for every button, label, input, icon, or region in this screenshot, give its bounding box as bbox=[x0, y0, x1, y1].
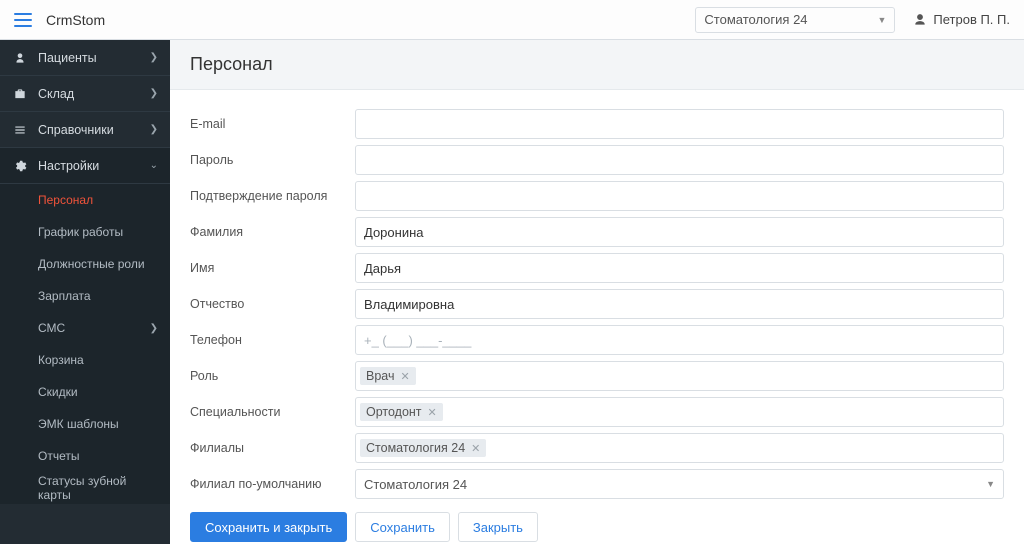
chevron-right-icon: ❯ bbox=[150, 323, 158, 334]
caret-down-icon: ▼ bbox=[986, 479, 995, 489]
caret-down-icon: ▼ bbox=[877, 15, 886, 25]
label-branches: Филиалы bbox=[190, 441, 355, 455]
chevron-right-icon: ❯ bbox=[150, 88, 158, 99]
label-last-name: Фамилия bbox=[190, 225, 355, 239]
chevron-right-icon: ❯ bbox=[150, 124, 158, 135]
label-email: E-mail bbox=[190, 117, 355, 131]
label-first-name: Имя bbox=[190, 261, 355, 275]
save-and-close-button[interactable]: Сохранить и закрыть bbox=[190, 512, 347, 542]
specialties-tagbox[interactable]: Ортодонт✕ bbox=[355, 397, 1004, 427]
user-icon bbox=[913, 13, 927, 27]
brand: CrmStom bbox=[46, 12, 105, 28]
sidebar-sub-roles[interactable]: Должностные роли bbox=[0, 248, 170, 280]
save-button[interactable]: Сохранить bbox=[355, 512, 450, 542]
role-tagbox[interactable]: Врач✕ bbox=[355, 361, 1004, 391]
sidebar-sub-templates[interactable]: ЭМК шаблоны bbox=[0, 408, 170, 440]
role-tag: Врач✕ bbox=[360, 367, 416, 385]
main: Персонал E-mail Пароль Подтверждение пар… bbox=[170, 40, 1024, 544]
sidebar-sub-discounts[interactable]: Скидки bbox=[0, 376, 170, 408]
default-branch-value: Стоматология 24 bbox=[364, 477, 467, 492]
page-title: Персонал bbox=[190, 54, 1004, 75]
users-icon bbox=[12, 51, 28, 65]
close-button[interactable]: Закрыть bbox=[458, 512, 538, 542]
sidebar-sub-salary[interactable]: Зарплата bbox=[0, 280, 170, 312]
first-name-field[interactable] bbox=[355, 253, 1004, 283]
label-password-confirm: Подтверждение пароля bbox=[190, 189, 355, 203]
email-field[interactable] bbox=[355, 109, 1004, 139]
sidebar-sub-sms[interactable]: СМС❯ bbox=[0, 312, 170, 344]
org-selector[interactable]: Стоматология 24 ▼ bbox=[695, 7, 895, 33]
list-icon bbox=[12, 123, 28, 137]
chevron-right-icon: ❯ bbox=[150, 52, 158, 63]
specialty-tag: Ортодонт✕ bbox=[360, 403, 443, 421]
sidebar: Пациенты ❯ Склад ❯ Справочники ❯ Настрой… bbox=[0, 40, 170, 544]
user-name: Петров П. П. bbox=[933, 12, 1010, 27]
remove-tag-icon[interactable]: ✕ bbox=[428, 406, 437, 419]
form-actions: Сохранить и закрыть Сохранить Закрыть bbox=[190, 512, 1004, 542]
label-patronymic: Отчество bbox=[190, 297, 355, 311]
gear-icon bbox=[12, 159, 28, 173]
password-field[interactable] bbox=[355, 145, 1004, 175]
label-default-branch: Филиал по-умолчанию bbox=[190, 477, 355, 491]
last-name-field[interactable] bbox=[355, 217, 1004, 247]
sidebar-item-directories[interactable]: Справочники ❯ bbox=[0, 112, 170, 148]
chevron-down-icon: ⌄ bbox=[150, 160, 158, 171]
sidebar-sub-schedule[interactable]: График работы bbox=[0, 216, 170, 248]
branch-tag: Стоматология 24✕ bbox=[360, 439, 486, 457]
default-branch-select[interactable]: Стоматология 24 ▼ bbox=[355, 469, 1004, 499]
menu-toggle[interactable] bbox=[14, 13, 32, 27]
label-phone: Телефон bbox=[190, 333, 355, 347]
sidebar-item-settings[interactable]: Настройки ⌄ bbox=[0, 148, 170, 184]
sidebar-item-patients[interactable]: Пациенты ❯ bbox=[0, 40, 170, 76]
label-specialties: Специальности bbox=[190, 405, 355, 419]
org-selected-label: Стоматология 24 bbox=[704, 12, 807, 27]
branches-tagbox[interactable]: Стоматология 24✕ bbox=[355, 433, 1004, 463]
remove-tag-icon[interactable]: ✕ bbox=[400, 370, 409, 383]
sidebar-sub-reports[interactable]: Отчеты bbox=[0, 440, 170, 472]
briefcase-icon bbox=[12, 87, 28, 101]
label-password: Пароль bbox=[190, 153, 355, 167]
remove-tag-icon[interactable]: ✕ bbox=[471, 442, 480, 455]
password-confirm-field[interactable] bbox=[355, 181, 1004, 211]
sidebar-item-warehouse[interactable]: Склад ❯ bbox=[0, 76, 170, 112]
sidebar-sub-personnel[interactable]: Персонал bbox=[0, 184, 170, 216]
phone-field[interactable] bbox=[355, 325, 1004, 355]
sidebar-sub-tooth-statuses[interactable]: Статусы зубной карты bbox=[0, 472, 170, 504]
page-header: Персонал bbox=[170, 40, 1024, 90]
form-content: E-mail Пароль Подтверждение пароля Фамил… bbox=[170, 90, 1024, 544]
patronymic-field[interactable] bbox=[355, 289, 1004, 319]
topbar: CrmStom Стоматология 24 ▼ Петров П. П. bbox=[0, 0, 1024, 40]
sidebar-sub-trash[interactable]: Корзина bbox=[0, 344, 170, 376]
user-menu[interactable]: Петров П. П. bbox=[913, 12, 1010, 27]
label-role: Роль bbox=[190, 369, 355, 383]
